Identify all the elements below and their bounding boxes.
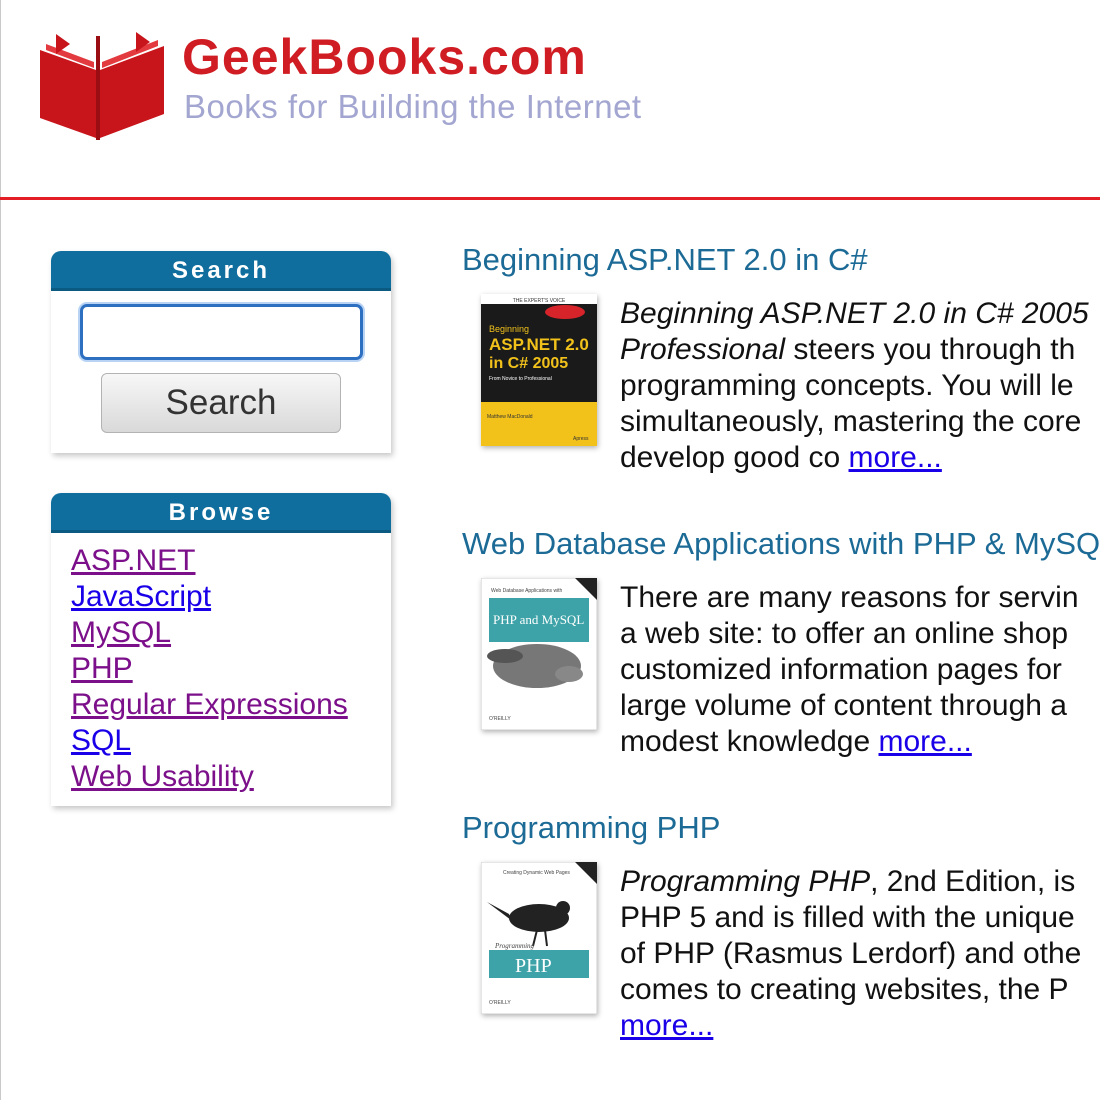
cover-badge: Creating Dynamic Web Pages bbox=[503, 870, 570, 876]
browse-item: MySQL bbox=[71, 615, 391, 651]
site-header: GeekBooks.com Books for Building the Int… bbox=[0, 0, 1100, 198]
blurb-text: simultaneously, mastering the core bbox=[620, 405, 1082, 438]
book-title[interactable]: Beginning ASP.NET 2.0 in C# bbox=[462, 242, 868, 278]
blurb-italic-text: Professional bbox=[620, 333, 786, 366]
cover-line3: in C# 2005 bbox=[489, 355, 568, 372]
browse-item: ASP.NET bbox=[71, 543, 391, 579]
search-panel: Search Search bbox=[51, 251, 391, 453]
blurb-line: Beginning ASP.NET 2.0 in C# 2005 bbox=[620, 296, 1100, 332]
blurb-text: comes to creating websites, the P bbox=[620, 973, 1069, 1006]
browse-item: Regular Expressions bbox=[71, 687, 391, 723]
browse-item: SQL bbox=[71, 723, 391, 759]
browse-link-php[interactable]: PHP bbox=[71, 652, 133, 685]
book-cover-php-mysql-platypus-icon[interactable]: Web Database Applications with PHP and M… bbox=[481, 578, 597, 730]
browse-panel: Browse ASP.NET JavaScript MySQL PHP Regu… bbox=[51, 493, 391, 806]
blurb-line: large volume of content through a bbox=[620, 688, 1100, 724]
more-link[interactable]: more... bbox=[620, 1009, 713, 1042]
blurb-text: programming concepts. You will le bbox=[620, 369, 1074, 402]
cover-author: Matthew MacDonald bbox=[487, 414, 533, 420]
blurb-text: customized information pages for bbox=[620, 653, 1062, 686]
cover-line1: Beginning bbox=[489, 324, 529, 334]
blurb-text: steers you through th bbox=[785, 333, 1076, 366]
cover-line2: ASP.NET 2.0 bbox=[489, 335, 589, 354]
header-divider bbox=[0, 197, 1100, 200]
browse-panel-title: Browse bbox=[51, 493, 391, 533]
browse-item: PHP bbox=[71, 651, 391, 687]
cover-line2: PHP bbox=[515, 955, 552, 977]
browse-list: ASP.NET JavaScript MySQL PHP Regular Exp… bbox=[51, 533, 391, 795]
blurb-text: of PHP (Rasmus Lerdorf) and othe bbox=[620, 937, 1082, 970]
blurb-line: programming concepts. You will le bbox=[620, 368, 1100, 404]
blurb-line: customized information pages for bbox=[620, 652, 1100, 688]
browse-link-regular-expressions[interactable]: Regular Expressions bbox=[71, 688, 348, 721]
blurb-text: a web site: to offer an online shop bbox=[620, 617, 1069, 650]
blurb-text: There are many reasons for servin bbox=[620, 581, 1079, 614]
search-input[interactable] bbox=[80, 304, 363, 360]
cover-line1: PHP and MySQL bbox=[493, 612, 584, 627]
brand-tagline: Books for Building the Internet bbox=[184, 88, 642, 125]
browse-link-sql[interactable]: SQL bbox=[71, 724, 131, 757]
blurb-line: PHP 5 and is filled with the unique bbox=[620, 900, 1100, 936]
blurb-line: comes to creating websites, the P bbox=[620, 972, 1100, 1008]
blurb-line: simultaneously, mastering the core bbox=[620, 404, 1100, 440]
blurb-line: develop good co more... bbox=[620, 440, 1100, 476]
blurb-text: large volume of content through a bbox=[620, 689, 1067, 722]
cover-badge: THE EXPERT'S VOICE bbox=[513, 298, 566, 304]
browse-item: JavaScript bbox=[71, 579, 391, 615]
blurb-line: Programming PHP, 2nd Edition, is bbox=[620, 864, 1100, 900]
search-panel-title: Search bbox=[51, 251, 391, 291]
blurb-text: PHP 5 and is filled with the unique bbox=[620, 901, 1075, 934]
blurb-italic-text: Beginning ASP.NET 2.0 in C# 2005 bbox=[620, 297, 1089, 330]
browse-link-aspnet[interactable]: ASP.NET bbox=[71, 544, 196, 577]
more-link[interactable]: more... bbox=[879, 725, 972, 758]
open-book-logo-icon[interactable] bbox=[36, 30, 168, 142]
blurb-line: a web site: to offer an online shop bbox=[620, 616, 1100, 652]
book-description: Programming PHP, 2nd Edition, is PHP 5 a… bbox=[620, 864, 1100, 1044]
book-description: There are many reasons for servin a web … bbox=[620, 580, 1100, 760]
cover-publisher: O'REILLY bbox=[489, 716, 511, 722]
blurb-italic-text: Programming PHP bbox=[620, 865, 871, 898]
browse-link-web-usability[interactable]: Web Usability bbox=[71, 760, 254, 793]
book-cover-programming-php-bird-icon[interactable]: Creating Dynamic Web Pages Programming P… bbox=[481, 862, 597, 1014]
blurb-text: develop good co bbox=[620, 441, 849, 474]
search-button[interactable]: Search bbox=[101, 373, 341, 433]
blurb-text: modest knowledge bbox=[620, 725, 879, 758]
browse-link-mysql[interactable]: MySQL bbox=[71, 616, 171, 649]
blurb-line: modest knowledge more... bbox=[620, 724, 1100, 760]
book-description: Beginning ASP.NET 2.0 in C# 2005 Profess… bbox=[620, 296, 1100, 476]
cover-publisher: O'REILLY bbox=[489, 1000, 511, 1006]
blurb-text: , 2nd Edition, is bbox=[870, 865, 1076, 898]
browse-item: Web Usability bbox=[71, 759, 391, 795]
cover-line1: Programming bbox=[494, 942, 535, 950]
blurb-line: Professional steers you through th bbox=[620, 332, 1100, 368]
more-link[interactable]: more... bbox=[849, 441, 942, 474]
cover-publisher: Apress bbox=[573, 436, 589, 442]
cover-badge: Web Database Applications with bbox=[491, 588, 563, 594]
book-title[interactable]: Programming PHP bbox=[462, 810, 720, 846]
blurb-line: There are many reasons for servin bbox=[620, 580, 1100, 616]
book-cover-asp-net-icon[interactable]: THE EXPERT'S VOICE Beginning ASP.NET 2.0… bbox=[481, 294, 597, 446]
blurb-line: more... bbox=[620, 1008, 1100, 1044]
book-title[interactable]: Web Database Applications with PHP & MyS… bbox=[462, 526, 1100, 562]
cover-subtitle: From Novice to Professional bbox=[489, 376, 552, 382]
blurb-line: of PHP (Rasmus Lerdorf) and othe bbox=[620, 936, 1100, 972]
browse-link-javascript[interactable]: JavaScript bbox=[71, 580, 211, 613]
brand-title[interactable]: GeekBooks.com bbox=[182, 28, 587, 86]
